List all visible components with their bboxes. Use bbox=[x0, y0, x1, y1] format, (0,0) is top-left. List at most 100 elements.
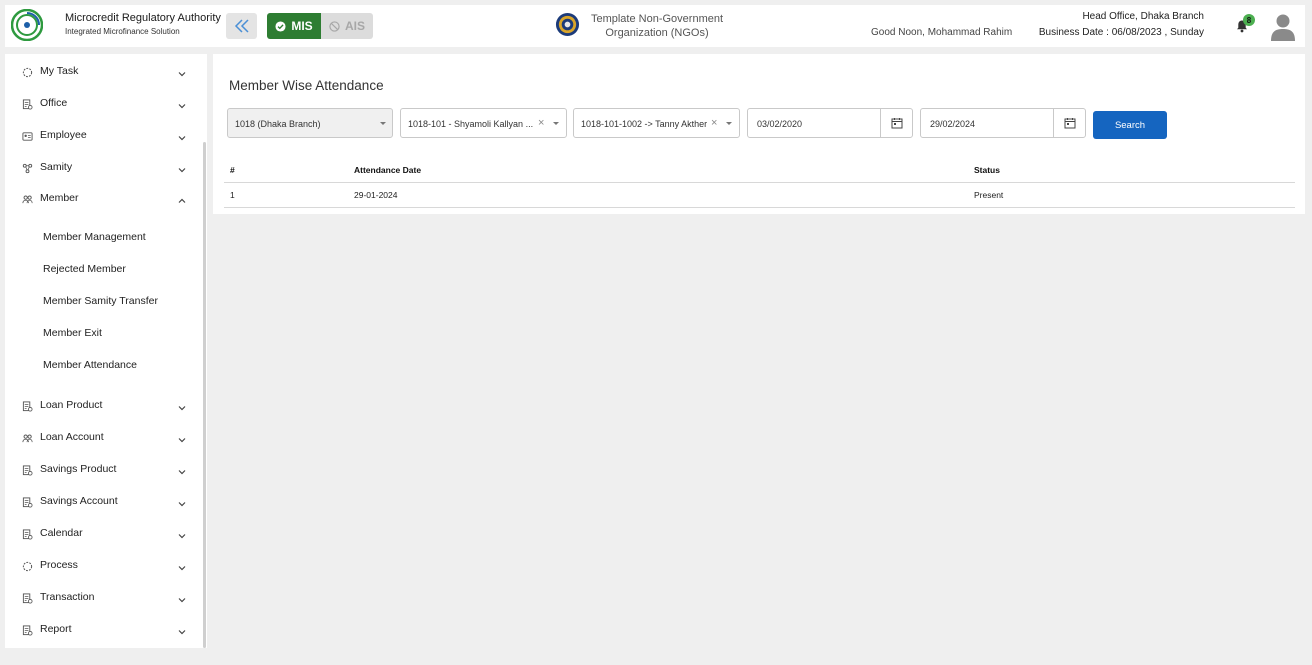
org-subtitle: Integrated Microfinance Solution bbox=[65, 27, 180, 36]
cell-status: Present bbox=[968, 182, 1295, 208]
chevron-down-icon bbox=[178, 406, 186, 411]
samity-select[interactable]: 1018-101 - Shyamoli Kallyan ... × bbox=[400, 108, 567, 138]
chevron-down-icon bbox=[178, 136, 186, 141]
chevron-down-icon bbox=[178, 438, 186, 443]
caret-down-icon bbox=[726, 122, 732, 125]
chevron-down-icon bbox=[178, 72, 186, 77]
user-avatar-icon[interactable] bbox=[1271, 13, 1295, 41]
sidebar-item-label: Loan Account bbox=[40, 431, 104, 443]
spinner-icon bbox=[22, 67, 33, 78]
from-date-value: 03/02/2020 bbox=[757, 119, 803, 129]
document-icon bbox=[22, 401, 33, 412]
ngo-name-line1: Template Non-Government bbox=[590, 13, 724, 25]
sidebar-item-label: Report bbox=[40, 623, 72, 635]
chevron-down-icon bbox=[178, 534, 186, 539]
mis-label: MIS bbox=[291, 19, 313, 33]
sidebar-subitem-member-samity-transfer[interactable]: Member Samity Transfer bbox=[43, 295, 158, 307]
sidebar-item-report[interactable]: Report bbox=[5, 620, 201, 644]
sidebar-item-office[interactable]: Office bbox=[5, 94, 201, 118]
sidebar-item-label: Savings Account bbox=[40, 495, 118, 507]
sidebar-item-my-task[interactable]: My Task bbox=[5, 62, 201, 86]
chevron-down-icon bbox=[178, 502, 186, 507]
ngo-name: Template Non-Government Organization (NG… bbox=[565, 12, 749, 40]
sidebar-item-label: Samity bbox=[40, 161, 73, 173]
ais-label: AIS bbox=[344, 19, 365, 33]
sidebar-item-label: Loan Product bbox=[40, 399, 103, 411]
sidebar-subitem-member-attendance[interactable]: Member Attendance bbox=[43, 359, 137, 371]
ngo-name-line2: Organization (NGOs) bbox=[605, 27, 709, 39]
spinner-icon bbox=[22, 561, 33, 572]
document-icon bbox=[22, 497, 33, 508]
samity-select-value: 1018-101 - Shyamoli Kallyan ... bbox=[408, 119, 534, 129]
sidebar-subitem-member-exit[interactable]: Member Exit bbox=[43, 327, 102, 339]
document-icon bbox=[22, 593, 33, 604]
greeting-text: Good Noon, Mohammad Rahim bbox=[871, 27, 1013, 38]
document-icon bbox=[22, 465, 33, 476]
notification-badge: 8 bbox=[1243, 14, 1255, 26]
document-icon bbox=[22, 529, 33, 540]
group-icon bbox=[22, 195, 33, 204]
sidebar-item-label: Process bbox=[40, 559, 78, 571]
top-header: Microcredit Regulatory Authority Integra… bbox=[5, 5, 1305, 47]
sidebar-item-label: Transaction bbox=[40, 591, 95, 603]
clear-icon[interactable]: × bbox=[538, 117, 544, 129]
sidebar-item-label: Employee bbox=[40, 129, 87, 141]
main-panel: Member Wise Attendance 1018 (Dhaka Branc… bbox=[213, 54, 1305, 214]
caret-down-icon bbox=[553, 122, 559, 125]
sidebar-item-loan-product[interactable]: Loan Product bbox=[5, 396, 201, 420]
module-switch: MIS AIS bbox=[267, 13, 373, 39]
search-button[interactable]: Search bbox=[1093, 111, 1167, 139]
from-date-picker-button[interactable] bbox=[880, 109, 912, 137]
org-name: Microcredit Regulatory Authority bbox=[65, 12, 221, 24]
sidebar-subitem-member-management[interactable]: Member Management bbox=[43, 231, 146, 243]
page-title: Member Wise Attendance bbox=[229, 78, 384, 93]
caret-down-icon bbox=[380, 122, 386, 125]
mis-button[interactable]: MIS bbox=[267, 13, 321, 39]
branch-select-value: 1018 (Dhaka Branch) bbox=[235, 119, 321, 129]
sidebar-collapse-button[interactable] bbox=[226, 13, 257, 39]
sidebar-item-label: My Task bbox=[40, 65, 79, 77]
sidebar-item-transaction[interactable]: Transaction bbox=[5, 588, 201, 612]
document-icon bbox=[22, 625, 33, 636]
block-icon bbox=[329, 20, 340, 32]
from-date-input[interactable]: 03/02/2020 bbox=[747, 108, 913, 138]
ais-button[interactable]: AIS bbox=[321, 13, 373, 39]
branch-select[interactable]: 1018 (Dhaka Branch) bbox=[227, 108, 393, 138]
network-icon bbox=[22, 163, 33, 174]
sidebar-subitem-rejected-member[interactable]: Rejected Member bbox=[43, 263, 126, 275]
chevron-down-icon bbox=[178, 104, 186, 109]
cell-attendance-date: 29-01-2024 bbox=[348, 182, 968, 208]
sidebar-item-loan-account[interactable]: Loan Account bbox=[5, 428, 201, 452]
member-select[interactable]: 1018-101-1002 -> Tanny Akther × bbox=[573, 108, 740, 138]
check-circle-icon bbox=[275, 20, 286, 32]
sidebar-item-label: Office bbox=[40, 97, 68, 109]
document-icon bbox=[22, 99, 33, 110]
sidebar-item-member[interactable]: Member bbox=[5, 189, 201, 213]
sidebar-item-employee[interactable]: Employee bbox=[5, 126, 201, 150]
clear-icon[interactable]: × bbox=[711, 117, 717, 129]
sidebar-item-savings-account[interactable]: Savings Account bbox=[5, 492, 201, 516]
chevron-down-icon bbox=[178, 566, 186, 571]
mra-logo bbox=[11, 9, 43, 41]
table-header-row: # Attendance Date Status bbox=[224, 159, 1295, 183]
calendar-icon bbox=[1064, 118, 1075, 129]
attendance-table: # Attendance Date Status 1 29-01-2024 Pr… bbox=[224, 159, 1295, 208]
chevron-down-icon bbox=[178, 168, 186, 173]
column-header-status: Status bbox=[968, 159, 1295, 183]
sidebar-item-label: Calendar bbox=[40, 527, 83, 539]
sidebar-scrollbar[interactable] bbox=[203, 142, 206, 648]
sidebar-item-process[interactable]: Process bbox=[5, 556, 201, 580]
column-header-attendance-date: Attendance Date bbox=[348, 159, 968, 183]
sidebar-item-calendar[interactable]: Calendar bbox=[5, 524, 201, 548]
to-date-picker-button[interactable] bbox=[1053, 109, 1085, 137]
to-date-input[interactable]: 29/02/2024 bbox=[920, 108, 1086, 138]
sidebar-item-samity[interactable]: Samity bbox=[5, 158, 201, 182]
sidebar-item-savings-product[interactable]: Savings Product bbox=[5, 460, 201, 484]
member-select-value: 1018-101-1002 -> Tanny Akther bbox=[581, 119, 708, 129]
chevron-down-icon bbox=[178, 470, 186, 475]
branch-name: Head Office, Dhaka Branch bbox=[1082, 11, 1204, 22]
double-chevron-left-icon bbox=[234, 19, 249, 33]
chevron-down-icon bbox=[178, 598, 186, 603]
chevron-up-icon bbox=[178, 198, 186, 203]
chevron-down-icon bbox=[178, 630, 186, 635]
